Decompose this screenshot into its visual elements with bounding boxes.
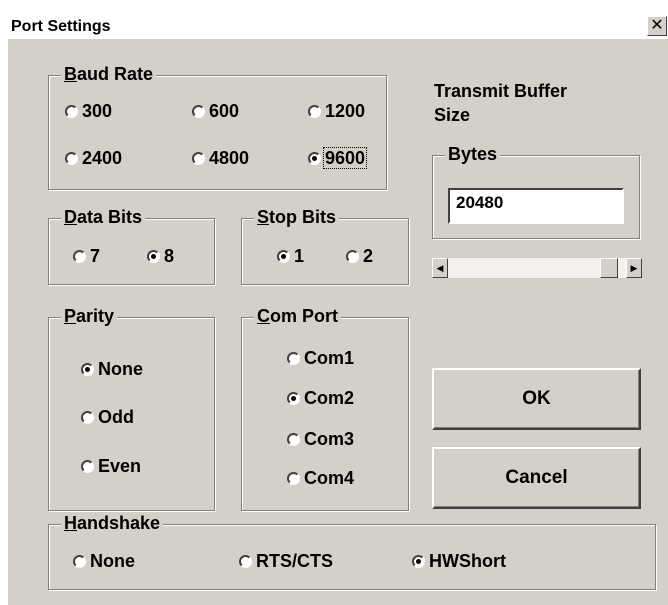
radio-indicator [346,249,359,263]
radio-indicator [287,391,300,405]
radio-indicator [287,471,300,485]
baud-300-radio[interactable]: 300 [65,100,113,122]
stop-bits-group: Stop Bits 1 2 [241,206,409,285]
bytes-group: Bytes 20480 [432,143,640,239]
handshake-hwshort-radio[interactable]: HWShort [412,550,507,572]
radio-indicator [81,459,94,473]
com4-radio[interactable]: Com4 [287,467,355,489]
bytes-legend: Bytes [445,143,501,165]
baud-rate-group: Baud Rate 300 600 1200 2400 4800 9600 [48,63,387,190]
radio-indicator [287,351,300,365]
radio-indicator [192,151,205,165]
stop-bits-2-radio[interactable]: 2 [346,245,374,267]
parity-none-radio[interactable]: None [81,358,144,380]
baud-rate-legend: Baud Rate [61,63,157,85]
baud-1200-radio[interactable]: 1200 [308,100,366,122]
radio-indicator [192,104,205,118]
parity-legend: Parity [61,305,118,327]
com3-radio[interactable]: Com3 [287,428,355,450]
radio-indicator [65,151,78,165]
baud-4800-radio[interactable]: 4800 [192,147,250,169]
radio-indicator [73,249,86,263]
scroll-left-arrow-icon[interactable]: ◀ [432,258,448,278]
window-title: Port Settings [11,18,111,35]
handshake-none-radio[interactable]: None [73,550,136,572]
data-bits-8-radio[interactable]: 8 [147,245,175,267]
com-port-group: Com Port Com1 Com2 Com3 Com4 [241,305,409,511]
data-bits-group: Data Bits 7 8 [48,206,215,285]
com2-radio[interactable]: Com2 [287,387,355,409]
radio-indicator [287,432,300,446]
cancel-button[interactable]: Cancel [432,447,641,509]
radio-indicator [308,151,321,165]
radio-indicator [81,362,94,376]
buffer-size-scrollbar[interactable]: ◀ ▶ [432,258,642,278]
scroll-right-arrow-icon[interactable]: ▶ [626,258,642,278]
radio-indicator [73,554,86,568]
handshake-legend: Handshake [61,512,164,534]
com1-radio[interactable]: Com1 [287,347,355,369]
parity-odd-radio[interactable]: Odd [81,406,135,428]
stop-bits-1-radio[interactable]: 1 [277,245,305,267]
stop-bits-legend: Stop Bits [254,206,340,228]
baud-9600-radio[interactable]: 9600 [308,147,368,169]
radio-indicator [239,554,252,568]
radio-indicator [308,104,321,118]
ok-button[interactable]: OK [432,368,641,430]
radio-indicator [147,249,160,263]
radio-indicator [81,410,94,424]
bytes-input[interactable]: 20480 [448,188,624,224]
radio-indicator [412,554,425,568]
baud-600-radio[interactable]: 600 [192,100,240,122]
transmit-buffer-label: Transmit Buffer Size [434,81,568,125]
com-port-legend: Com Port [254,305,342,327]
data-bits-legend: Data Bits [61,206,146,228]
handshake-rts-cts-radio[interactable]: RTS/CTS [239,550,334,572]
scroll-thumb[interactable] [600,258,618,278]
radio-indicator [65,104,78,118]
baud-2400-radio[interactable]: 2400 [65,147,123,169]
handshake-group: Handshake None RTS/CTS HWShort [48,512,656,590]
radio-indicator [277,249,290,263]
close-button[interactable]: ✕ [647,16,667,36]
parity-group: Parity None Odd Even [48,305,215,511]
title-bar: Port Settings ✕ [8,13,668,39]
port-settings-dialog: Port Settings ✕ Baud Rate 300 600 1200 2… [7,12,668,605]
parity-even-radio[interactable]: Even [81,455,142,477]
data-bits-7-radio[interactable]: 7 [73,245,101,267]
